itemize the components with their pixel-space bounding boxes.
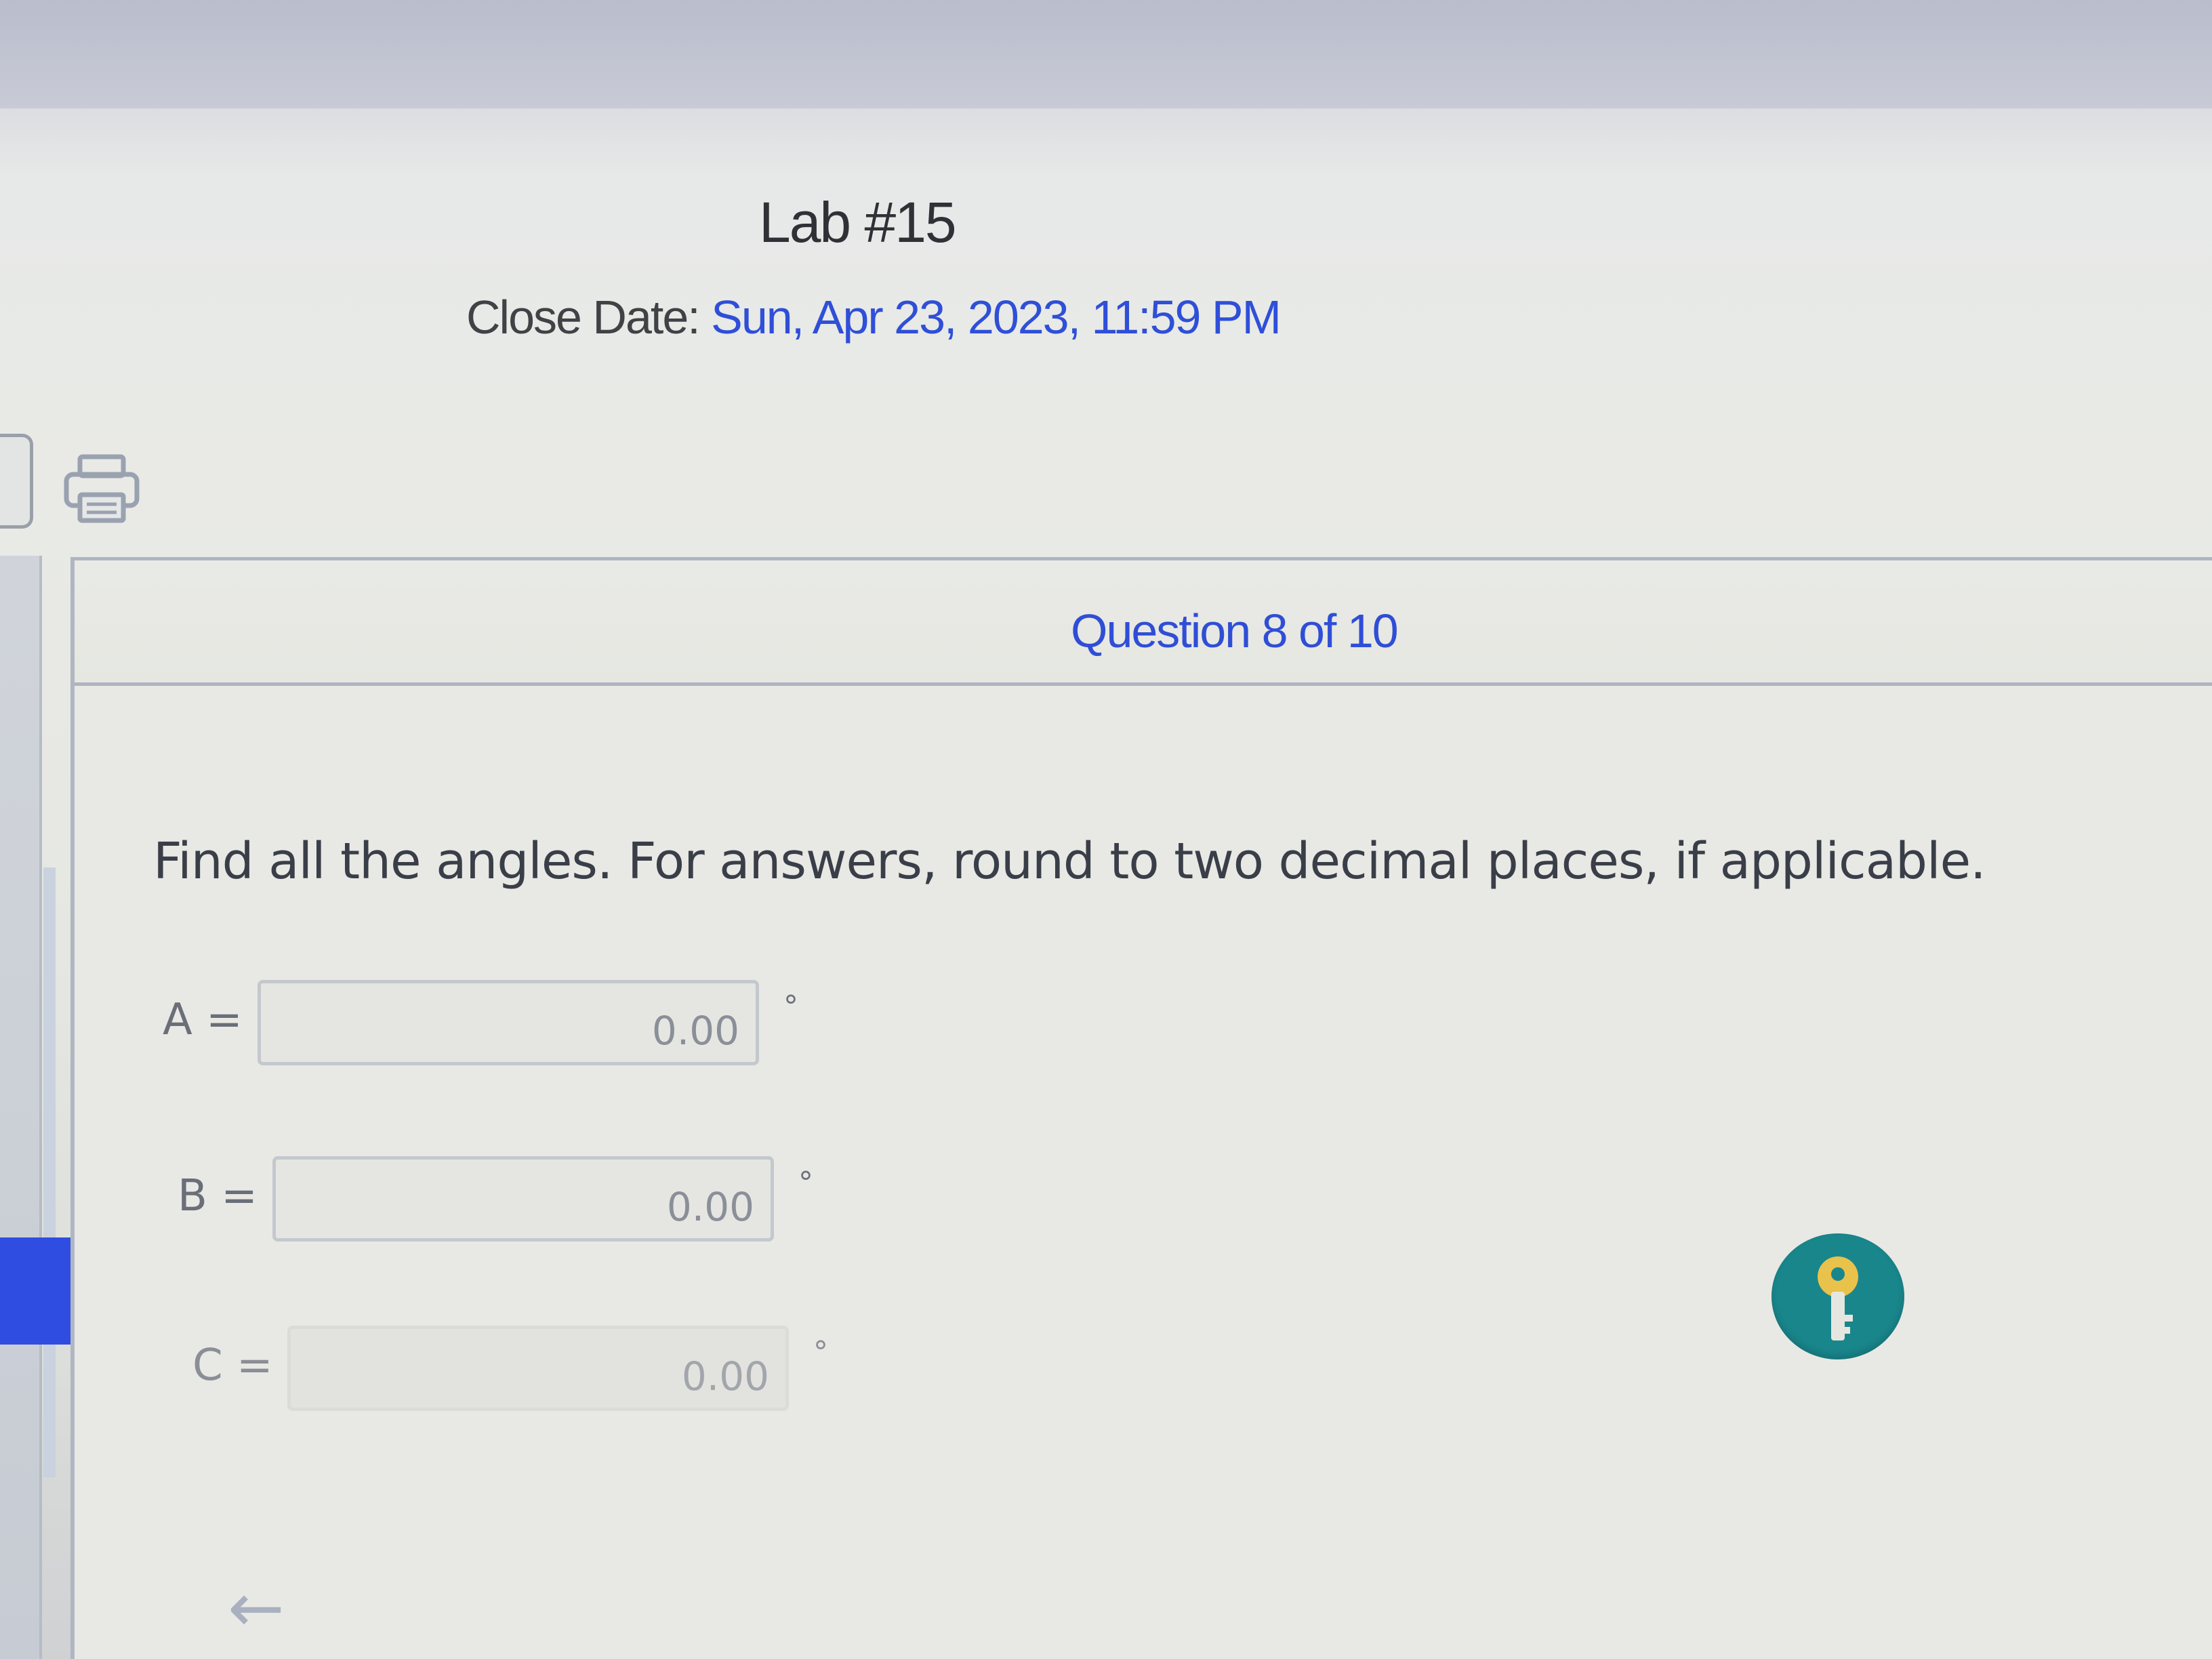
- angle-a-label: A =: [163, 995, 243, 1045]
- degree-unit: °: [798, 1166, 813, 1200]
- angle-c-label: C =: [192, 1340, 273, 1391]
- angle-b-input[interactable]: [272, 1156, 774, 1242]
- question-header: Question 8 of 10: [75, 560, 2212, 686]
- arrow-left-icon[interactable]: ←: [228, 1568, 285, 1647]
- question-instructions: Find all the angles. For answers, round …: [153, 832, 1986, 890]
- page-title: Lab #15: [759, 190, 957, 254]
- left-rail-accent: [43, 867, 56, 1477]
- side-tab-stub[interactable]: [0, 434, 33, 529]
- degree-unit: °: [813, 1335, 828, 1370]
- key-button[interactable]: [1771, 1233, 1904, 1359]
- angle-b-label: B =: [178, 1171, 258, 1221]
- question-counter: Question 8 of 10: [1071, 605, 1399, 657]
- printer-icon[interactable]: [62, 453, 141, 526]
- angle-c-input[interactable]: [287, 1326, 789, 1411]
- question-panel: Question 8 of 10: [70, 557, 2212, 1659]
- close-date-value: Sun, Apr 23, 2023, 11:59 PM: [711, 291, 1282, 344]
- close-date: Close Date: Sun, Apr 23, 2023, 11:59 PM: [466, 290, 1282, 344]
- close-date-label: Close Date:: [466, 291, 712, 344]
- left-rail: [0, 556, 42, 1659]
- key-icon: [1818, 1256, 1858, 1340]
- angle-a-input[interactable]: [258, 980, 759, 1065]
- browser-top-band: [0, 0, 2212, 108]
- page: Lab #15 Close Date: Sun, Apr 23, 2023, 1…: [0, 0, 2212, 1659]
- degree-unit: °: [783, 989, 798, 1024]
- side-blue-tab[interactable]: [0, 1237, 76, 1345]
